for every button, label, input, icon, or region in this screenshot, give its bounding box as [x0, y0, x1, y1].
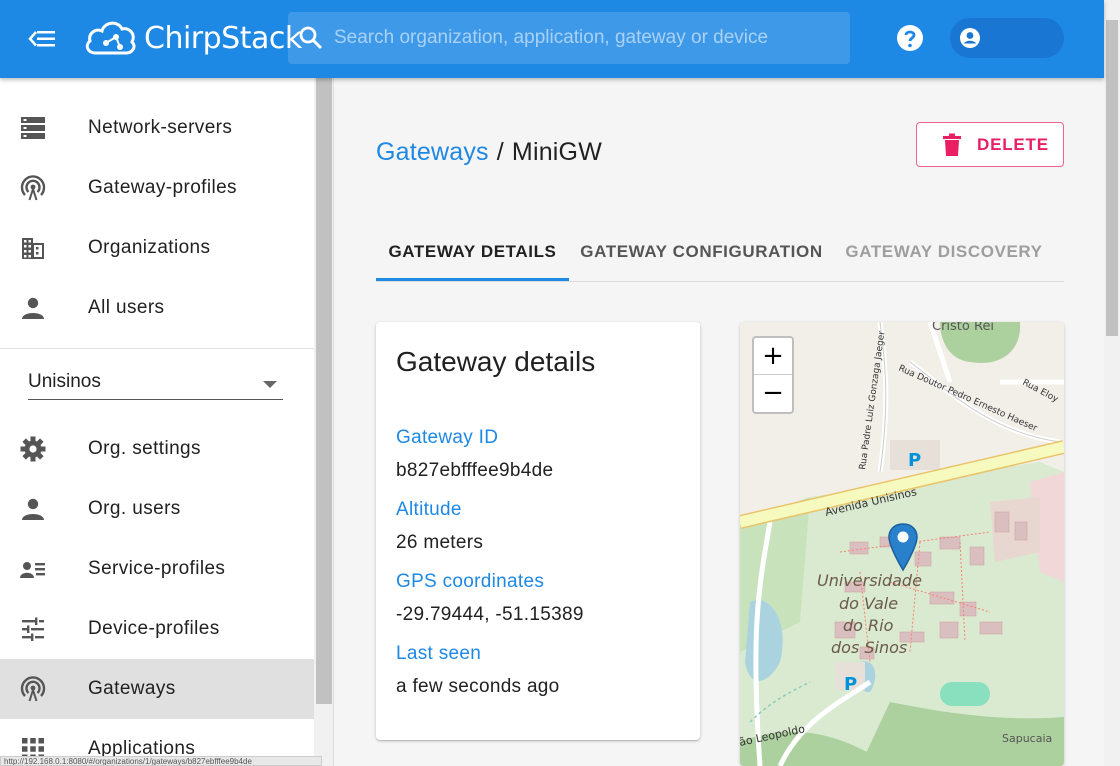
delete-button[interactable]: DELETE	[916, 122, 1064, 167]
account-circle-icon	[960, 28, 980, 48]
sidebar-item-org-users[interactable]: Org. users	[0, 479, 314, 539]
server-icon	[21, 117, 45, 139]
sidebar-item-label: Device-profiles	[88, 618, 220, 639]
map-label-campus-1: Universidade	[817, 571, 922, 590]
app-header: ChirpStack	[0, 0, 1104, 78]
breadcrumb-separator: /	[496, 138, 504, 166]
sidebar-item-label: Gateways	[88, 678, 176, 699]
search-icon	[299, 26, 323, 50]
building-icon	[22, 238, 44, 259]
person-icon	[22, 297, 44, 319]
map-label-sapucaia: Sapucaia	[1002, 732, 1052, 745]
sidebar: Network-servers Gateway-profiles Organiz…	[0, 78, 314, 766]
sidebar-item-organizations[interactable]: Organizations	[0, 218, 314, 278]
tab-gateway-details[interactable]: GATEWAY DETAILS	[376, 222, 569, 282]
gateway-icon	[20, 175, 46, 201]
map-label-cristo-rei: Cristo Rei	[932, 322, 994, 334]
sidebar-item-service-profiles[interactable]: Service-profiles	[0, 539, 314, 599]
search-input[interactable]	[334, 12, 834, 64]
global-search	[288, 12, 850, 64]
gps-coordinates-label: GPS coordinates	[396, 571, 545, 592]
map-zoom-control: + −	[752, 336, 794, 414]
tab-gateway-configuration[interactable]: GATEWAY CONFIGURATION	[569, 222, 834, 282]
organization-select-value: Unisinos	[28, 371, 101, 392]
map-pin-icon[interactable]	[888, 522, 918, 572]
breadcrumb: Gateways / MiniGW	[376, 138, 602, 167]
brand-name: ChirpStack	[144, 20, 302, 56]
sidebar-scrollbar-thumb[interactable]	[316, 78, 332, 704]
gateway-details-card: Gateway details Gateway ID b827ebfffee9b…	[376, 322, 700, 740]
sidebar-item-label: Gateway-profiles	[88, 177, 237, 198]
user-menu-button[interactable]	[950, 18, 1064, 58]
sidebar-item-org-settings[interactable]: Org. settings	[0, 419, 314, 479]
sidebar-item-all-users[interactable]: All users	[0, 278, 314, 338]
tab-gateway-discovery[interactable]: GATEWAY DISCOVERY	[838, 222, 1050, 282]
breadcrumb-gateways-link[interactable]: Gateways	[376, 138, 489, 166]
map-label-parking-1: P	[908, 450, 921, 471]
gps-coordinates-value: -29.79444, -51.15389	[396, 604, 584, 625]
sidebar-scrollbar[interactable]	[314, 78, 334, 766]
last-seen-label: Last seen	[396, 643, 482, 664]
cloud-logo-icon	[85, 21, 136, 55]
map-label-campus-4: dos Sinos	[831, 638, 907, 657]
card-title: Gateway details	[396, 346, 596, 377]
sidebar-item-network-servers[interactable]: Network-servers	[0, 98, 314, 158]
page-scrollbar[interactable]	[1104, 0, 1120, 766]
zoom-in-button[interactable]: +	[754, 338, 792, 375]
map-label-campus-3: do Rio	[843, 616, 894, 635]
person-icon	[22, 498, 44, 520]
sidebar-item-label: Org. users	[88, 498, 181, 519]
gateway-id-label: Gateway ID	[396, 427, 499, 448]
sidebar-item-gateways[interactable]: Gateways	[0, 659, 314, 719]
gateway-location-map[interactable]: Cristo Rei Rua Padre Luiz Gonzaga Jaeger…	[740, 322, 1064, 766]
map-label-campus-2: do Vale	[839, 594, 898, 613]
sidebar-item-label: Service-profiles	[88, 558, 226, 579]
sidebar-item-label: All users	[88, 297, 165, 318]
help-icon	[897, 25, 923, 51]
trash-icon	[943, 133, 961, 156]
altitude-label: Altitude	[396, 499, 462, 520]
page-scrollbar-thumb[interactable]	[1106, 20, 1118, 336]
collapse-menu-button[interactable]	[28, 24, 58, 54]
sidebar-item-label: Network-servers	[88, 117, 233, 138]
zoom-out-button[interactable]: −	[754, 375, 792, 412]
sidebar-item-label: Organizations	[88, 237, 211, 258]
chevron-down-icon	[263, 381, 277, 388]
delete-button-label: DELETE	[977, 135, 1049, 154]
organization-select[interactable]: Unisinos	[28, 366, 283, 400]
browser-status-url: http://192.168.0.1:8080/#/organizations/…	[0, 756, 322, 766]
last-seen-value: a few seconds ago	[396, 676, 560, 697]
gear-icon	[20, 436, 46, 462]
gateway-tabs: GATEWAY DETAILS GATEWAY CONFIGURATION GA…	[376, 222, 1064, 282]
sidebar-divider	[0, 348, 314, 349]
chirpstack-logo[interactable]: ChirpStack	[84, 12, 302, 64]
tab-indicator	[376, 278, 569, 281]
sidebar-item-label: Org. settings	[88, 438, 201, 459]
sidebar-item-device-profiles[interactable]: Device-profiles	[0, 599, 314, 659]
page-title: MiniGW	[511, 138, 603, 166]
tune-icon	[22, 617, 44, 641]
service-profile-icon	[20, 562, 45, 578]
sidebar-item-gateway-profiles[interactable]: Gateway-profiles	[0, 158, 314, 218]
gateway-id-value: b827ebfffee9b4de	[396, 460, 554, 481]
map-label-parking-2: P	[844, 674, 857, 695]
altitude-value: 26 meters	[396, 532, 484, 553]
gateway-icon	[20, 676, 46, 702]
menu-open-icon	[28, 31, 55, 47]
help-button[interactable]	[896, 24, 924, 52]
